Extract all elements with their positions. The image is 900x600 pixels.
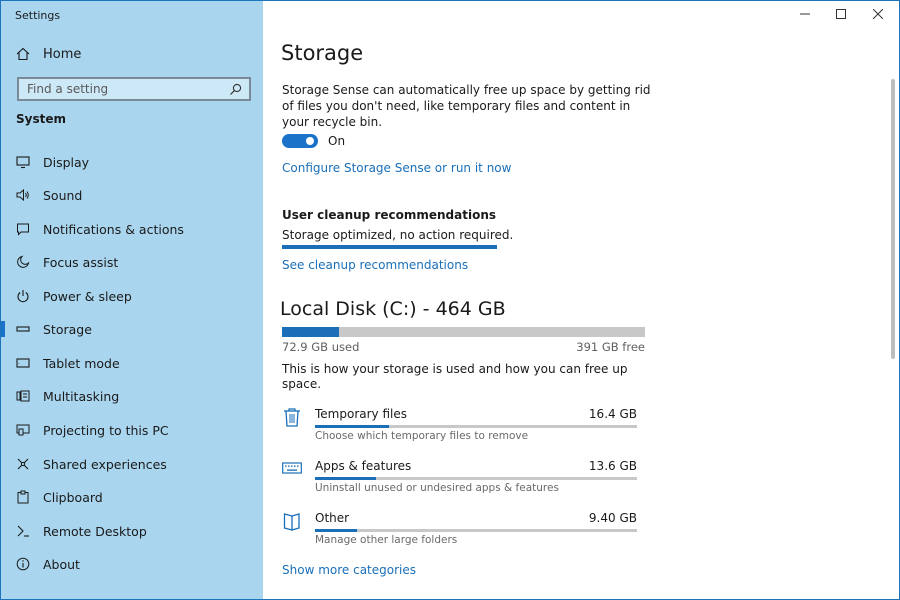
search-icon[interactable] xyxy=(227,81,243,97)
toggle-knob xyxy=(306,137,314,145)
disk-title: Local Disk (C:) - 464 GB xyxy=(280,298,506,320)
sidebar-item-label: Remote Desktop xyxy=(43,523,147,539)
configure-storage-sense-link[interactable]: Configure Storage Sense or run it now xyxy=(282,161,511,175)
page-title: Storage xyxy=(281,41,364,65)
trash-icon xyxy=(282,407,302,427)
disk-used-label: 72.9 GB used xyxy=(282,340,360,354)
home-icon xyxy=(15,46,31,62)
sidebar-item-sound[interactable]: Sound xyxy=(15,185,255,205)
main-content: Storage Storage Sense can automatically … xyxy=(263,1,897,599)
disk-description: This is how your storage is used and how… xyxy=(282,362,628,391)
category-temporary-files[interactable]: Temporary files 16.4 GB Choose which tem… xyxy=(282,407,637,451)
sidebar-item-clipboard[interactable]: Clipboard xyxy=(15,487,255,507)
sidebar-item-notifications[interactable]: Notifications & actions xyxy=(15,219,255,239)
notification-icon xyxy=(15,221,31,237)
sidebar-item-label: Projecting to this PC xyxy=(43,422,169,438)
search-box[interactable] xyxy=(17,77,251,101)
disk-free-label: 391 GB free xyxy=(576,340,645,354)
disk-usage-fill xyxy=(282,327,339,337)
category-bar xyxy=(315,477,637,480)
scrollbar[interactable] xyxy=(891,79,895,359)
sidebar-item-tablet-mode[interactable]: Tablet mode xyxy=(15,353,255,373)
category-description: Uninstall unused or undesired apps & fea… xyxy=(315,482,559,494)
sidebar-item-label: Tablet mode xyxy=(43,355,120,371)
home-label: Home xyxy=(43,46,82,62)
sidebar-item-label: Notifications & actions xyxy=(43,221,184,237)
category-apps-features[interactable]: Apps & features 13.6 GB Uninstall unused… xyxy=(282,459,637,503)
cleanup-status-bar xyxy=(282,245,497,249)
power-icon xyxy=(15,288,31,304)
category-size: 9.40 GB xyxy=(588,511,637,525)
sidebar-item-label: Display xyxy=(43,154,90,170)
sidebar-item-projecting[interactable]: Projecting to this PC xyxy=(15,420,255,440)
monitor-icon xyxy=(15,154,31,170)
remote-icon xyxy=(15,523,31,539)
projector-icon xyxy=(15,422,31,438)
category-bar-fill xyxy=(315,529,357,532)
settings-window: Settings Home System Display Sound Notif… xyxy=(0,0,900,600)
sidebar-item-label: Shared experiences xyxy=(43,456,167,472)
sidebar-item-power-sleep[interactable]: Power & sleep xyxy=(15,286,255,306)
storage-icon xyxy=(15,321,31,337)
sidebar-item-label: About xyxy=(43,556,80,572)
category-description: Manage other large folders xyxy=(315,534,458,546)
disk-usage-bar xyxy=(282,327,645,337)
multitasking-icon xyxy=(15,388,31,404)
speaker-icon xyxy=(15,187,31,203)
category-size: 16.4 GB xyxy=(588,407,637,421)
sidebar: Settings Home System Display Sound Notif… xyxy=(1,1,263,599)
moon-icon xyxy=(15,254,31,270)
sidebar-item-remote-desktop[interactable]: Remote Desktop xyxy=(15,521,255,541)
sidebar-item-about[interactable]: About xyxy=(15,554,255,574)
sidebar-item-focus-assist[interactable]: Focus assist xyxy=(15,252,255,272)
category-bar-fill xyxy=(315,477,377,480)
category-description: Choose which temporary files to remove xyxy=(315,430,529,442)
sidebar-item-display[interactable]: Display xyxy=(15,152,255,172)
sidebar-item-label: Storage xyxy=(43,321,92,337)
category-bar xyxy=(315,529,637,532)
category-name: Other xyxy=(315,511,350,525)
sidebar-item-label: Clipboard xyxy=(43,489,103,505)
category-name: Apps & features xyxy=(315,459,412,473)
sidebar-home[interactable]: Home xyxy=(15,45,255,63)
sidebar-item-label: Power & sleep xyxy=(43,288,132,304)
folder-icon xyxy=(282,511,302,531)
keyboard-icon xyxy=(282,459,302,479)
category-bar-fill xyxy=(315,425,390,428)
sidebar-item-multitasking[interactable]: Multitasking xyxy=(15,386,255,406)
cleanup-status: Storage optimized, no action required. xyxy=(282,228,514,242)
sidebar-item-label: Focus assist xyxy=(43,254,119,270)
storage-sense-description: Storage Sense can automatically free up … xyxy=(282,83,651,129)
window-title: Settings xyxy=(15,9,61,22)
show-more-categories-link[interactable]: Show more categories xyxy=(282,563,416,577)
cleanup-heading: User cleanup recommendations xyxy=(282,208,497,222)
toggle-state-label: On xyxy=(328,134,346,148)
search-input[interactable] xyxy=(19,81,228,97)
category-name: Temporary files xyxy=(315,407,407,421)
category-bar xyxy=(315,425,637,428)
sidebar-item-storage[interactable]: Storage xyxy=(1,319,255,339)
category-size: 13.6 GB xyxy=(588,459,637,473)
storage-sense-toggle[interactable] xyxy=(282,134,318,148)
info-icon xyxy=(15,556,31,572)
category-other[interactable]: Other 9.40 GB Manage other large folders xyxy=(282,511,637,555)
section-heading: System xyxy=(16,112,66,126)
sidebar-item-shared-experiences[interactable]: Shared experiences xyxy=(15,454,255,474)
tablet-icon xyxy=(15,355,31,371)
clipboard-icon xyxy=(15,489,31,505)
shared-icon xyxy=(15,456,31,472)
sidebar-item-label: Multitasking xyxy=(43,388,120,404)
sidebar-item-label: Sound xyxy=(43,187,83,203)
see-cleanup-link[interactable]: See cleanup recommendations xyxy=(282,258,468,272)
